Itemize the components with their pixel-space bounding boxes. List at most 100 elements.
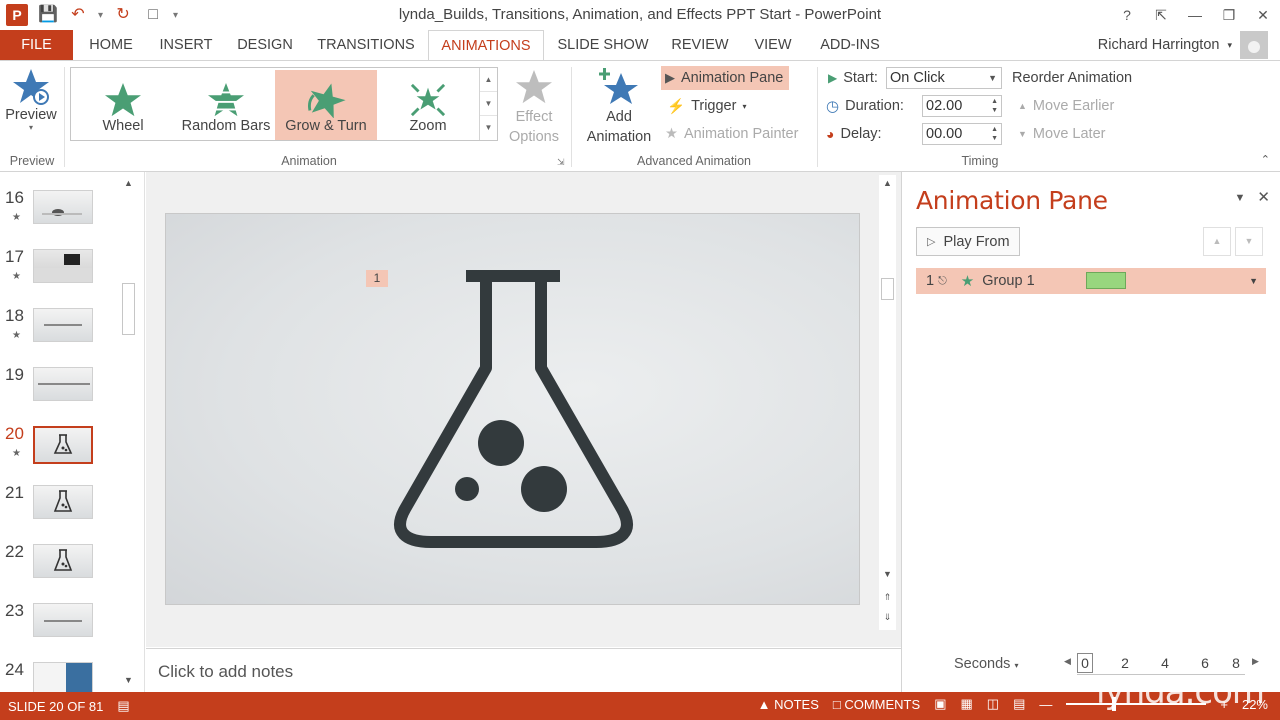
- timeline-right-icon[interactable]: ▶: [1252, 656, 1259, 667]
- zoom-out-icon[interactable]: —: [1039, 697, 1052, 712]
- slide-thumbnail-21[interactable]: 21: [0, 483, 120, 541]
- delay-spinner-icon[interactable]: ▲ ▼: [991, 125, 998, 143]
- item-dropdown-icon[interactable]: ▼: [1249, 276, 1258, 286]
- tab-view[interactable]: VIEW: [747, 30, 799, 60]
- tab-file[interactable]: FILE: [0, 30, 73, 60]
- scroll-up-icon[interactable]: ▲: [120, 175, 137, 191]
- comments-button[interactable]: □ COMMENTS: [833, 697, 920, 712]
- tick-6: 6: [1201, 655, 1209, 671]
- editor-scrollbar[interactable]: ▲ ▼ ⇑ ⇓: [879, 175, 896, 630]
- tab-slide-show[interactable]: SLIDE SHOW: [552, 30, 654, 60]
- start-value: On Click: [890, 70, 945, 86]
- user-account[interactable]: Richard Harrington ▾: [1098, 30, 1268, 60]
- ribbon: Preview ▾ Preview Wheel Random Bars Grow…: [0, 60, 1280, 172]
- spell-check-icon[interactable]: ▤: [117, 698, 129, 714]
- ribbon-display-options-icon[interactable]: ⇱: [1144, 7, 1178, 24]
- start-dropdown[interactable]: On Click ▼: [886, 67, 1002, 89]
- slide-thumbnail-19[interactable]: 19: [0, 365, 120, 423]
- animation-star-icon: ★: [12, 271, 21, 282]
- gallery-scrollbar[interactable]: ▲ ▼ ▼: [479, 68, 497, 140]
- move-later-button[interactable]: ▼ Move Later: [1018, 122, 1105, 146]
- slide-thumbnail-18[interactable]: 18 ★: [0, 306, 120, 364]
- animation-pane-button[interactable]: ▶ Animation Pane: [661, 66, 790, 90]
- pane-close-icon[interactable]: ✕: [1257, 188, 1270, 208]
- gallery-item-wheel[interactable]: Wheel: [73, 70, 173, 140]
- slide-thumbnail-20[interactable]: 20 ★: [0, 424, 120, 482]
- pane-options-icon[interactable]: ▼: [1235, 188, 1246, 208]
- group-label-timing: Timing: [961, 154, 999, 168]
- gallery-item-random-bars[interactable]: Random Bars: [175, 70, 277, 140]
- title-bar: P 💾 ↶ ▾ ↻ □ ▾ lynda_Builds, Transitions,…: [0, 0, 1280, 30]
- group-label-animation: Animation: [281, 154, 337, 168]
- scroll-down-icon[interactable]: ▼: [879, 566, 896, 582]
- tab-animations[interactable]: ANIMATIONS: [428, 30, 544, 61]
- gallery-down-icon[interactable]: ▼: [480, 92, 497, 116]
- next-slide-icon[interactable]: ⇓: [879, 609, 896, 625]
- slide-number: 18: [5, 306, 24, 325]
- duration-spinner-icon[interactable]: ▲ ▼: [991, 97, 998, 115]
- close-icon[interactable]: ✕: [1246, 7, 1280, 24]
- slide-thumbnail-16[interactable]: 16 ★: [0, 188, 120, 246]
- collapse-ribbon-icon[interactable]: ⌃: [1261, 153, 1270, 166]
- slide-show-icon[interactable]: ▤: [1013, 696, 1025, 712]
- animation-pane: Animation Pane ▼ ✕ ▷ Play From ▲ ▼ 1 ⎋ ★…: [901, 172, 1280, 692]
- normal-view-icon[interactable]: ▣: [934, 696, 946, 712]
- duration-field[interactable]: 02.00 ▲ ▼: [922, 95, 1002, 117]
- move-earlier-button[interactable]: ▲ Move Earlier: [1018, 94, 1114, 118]
- slide-thumbnail-23[interactable]: 23: [0, 601, 120, 659]
- scroll-thumb[interactable]: [881, 278, 894, 300]
- current-slide[interactable]: 1: [165, 213, 860, 605]
- slide-sorter-icon[interactable]: ▦: [960, 696, 972, 712]
- animation-painter-button[interactable]: ★ Animation Painter: [665, 122, 798, 146]
- timing-bar[interactable]: [1086, 272, 1126, 289]
- timeline-left-icon[interactable]: ◀: [1064, 656, 1071, 667]
- move-down-button[interactable]: ▼: [1235, 227, 1263, 256]
- thumbnails-scrollbar[interactable]: ▲ ▼: [120, 175, 137, 688]
- duration-label-row: ◷ Duration:: [826, 94, 904, 118]
- animation-list-item[interactable]: 1 ⎋ ★ Group 1 ▼: [916, 268, 1266, 294]
- clock-icon: ◷: [826, 98, 840, 115]
- scroll-down-icon[interactable]: ▼: [120, 672, 137, 688]
- slide-thumbnail-22[interactable]: 22: [0, 542, 120, 600]
- trigger-button[interactable]: ⚡ Trigger ▾: [667, 94, 746, 118]
- tab-add-ins[interactable]: ADD-INS: [810, 30, 890, 60]
- slide-thumbnail-17[interactable]: 17 ★: [0, 247, 120, 305]
- scroll-up-icon[interactable]: ▲: [879, 175, 896, 191]
- scroll-thumb[interactable]: [122, 283, 135, 335]
- group-separator: [817, 67, 818, 167]
- gallery-more-icon[interactable]: ▼: [480, 116, 497, 140]
- gallery-item-zoom[interactable]: Zoom: [377, 70, 479, 140]
- seconds-dropdown[interactable]: Seconds ▾: [954, 656, 1018, 672]
- animation-pane-title: Animation Pane: [916, 186, 1108, 215]
- preview-button[interactable]: Preview ▾: [4, 67, 58, 132]
- add-animation-button[interactable]: Add Animation: [576, 67, 662, 147]
- notes-area[interactable]: Click to add notes: [146, 648, 901, 692]
- lightning-icon: ⚡: [667, 98, 686, 115]
- tab-review[interactable]: REVIEW: [665, 30, 735, 60]
- animation-dialog-launcher-icon[interactable]: ⇲: [557, 157, 565, 168]
- effect-options-button[interactable]: Effect Options: [500, 67, 568, 147]
- animation-pane-label: Animation Pane: [681, 70, 784, 86]
- play-from-button[interactable]: ▷ Play From: [916, 227, 1020, 256]
- flask-graphic[interactable]: [166, 214, 861, 606]
- tick-0: 0: [1077, 653, 1093, 673]
- group-label-preview: Preview: [9, 154, 55, 168]
- gallery-item-grow-turn[interactable]: Grow & Turn: [275, 70, 377, 140]
- gallery-up-icon[interactable]: ▲: [480, 68, 497, 92]
- tab-insert[interactable]: INSERT: [151, 30, 221, 60]
- move-up-button[interactable]: ▲: [1203, 227, 1231, 256]
- delay-field[interactable]: 00.00 ▲ ▼: [922, 123, 1002, 145]
- previous-slide-icon[interactable]: ⇑: [879, 589, 896, 605]
- slide-number: 16: [5, 188, 24, 207]
- reading-view-icon[interactable]: ◫: [987, 696, 999, 712]
- tab-design[interactable]: DESIGN: [229, 30, 301, 60]
- group-separator: [64, 67, 65, 167]
- tab-home[interactable]: HOME: [79, 30, 143, 60]
- slide-number: 21: [5, 483, 24, 502]
- add-animation-label-2: Animation: [586, 129, 652, 145]
- help-icon[interactable]: ?: [1110, 7, 1144, 23]
- notes-button[interactable]: ▲ NOTES: [758, 697, 819, 712]
- restore-icon[interactable]: ❐: [1212, 7, 1246, 24]
- tab-transitions[interactable]: TRANSITIONS: [310, 30, 422, 60]
- minimize-icon[interactable]: —: [1178, 7, 1212, 23]
